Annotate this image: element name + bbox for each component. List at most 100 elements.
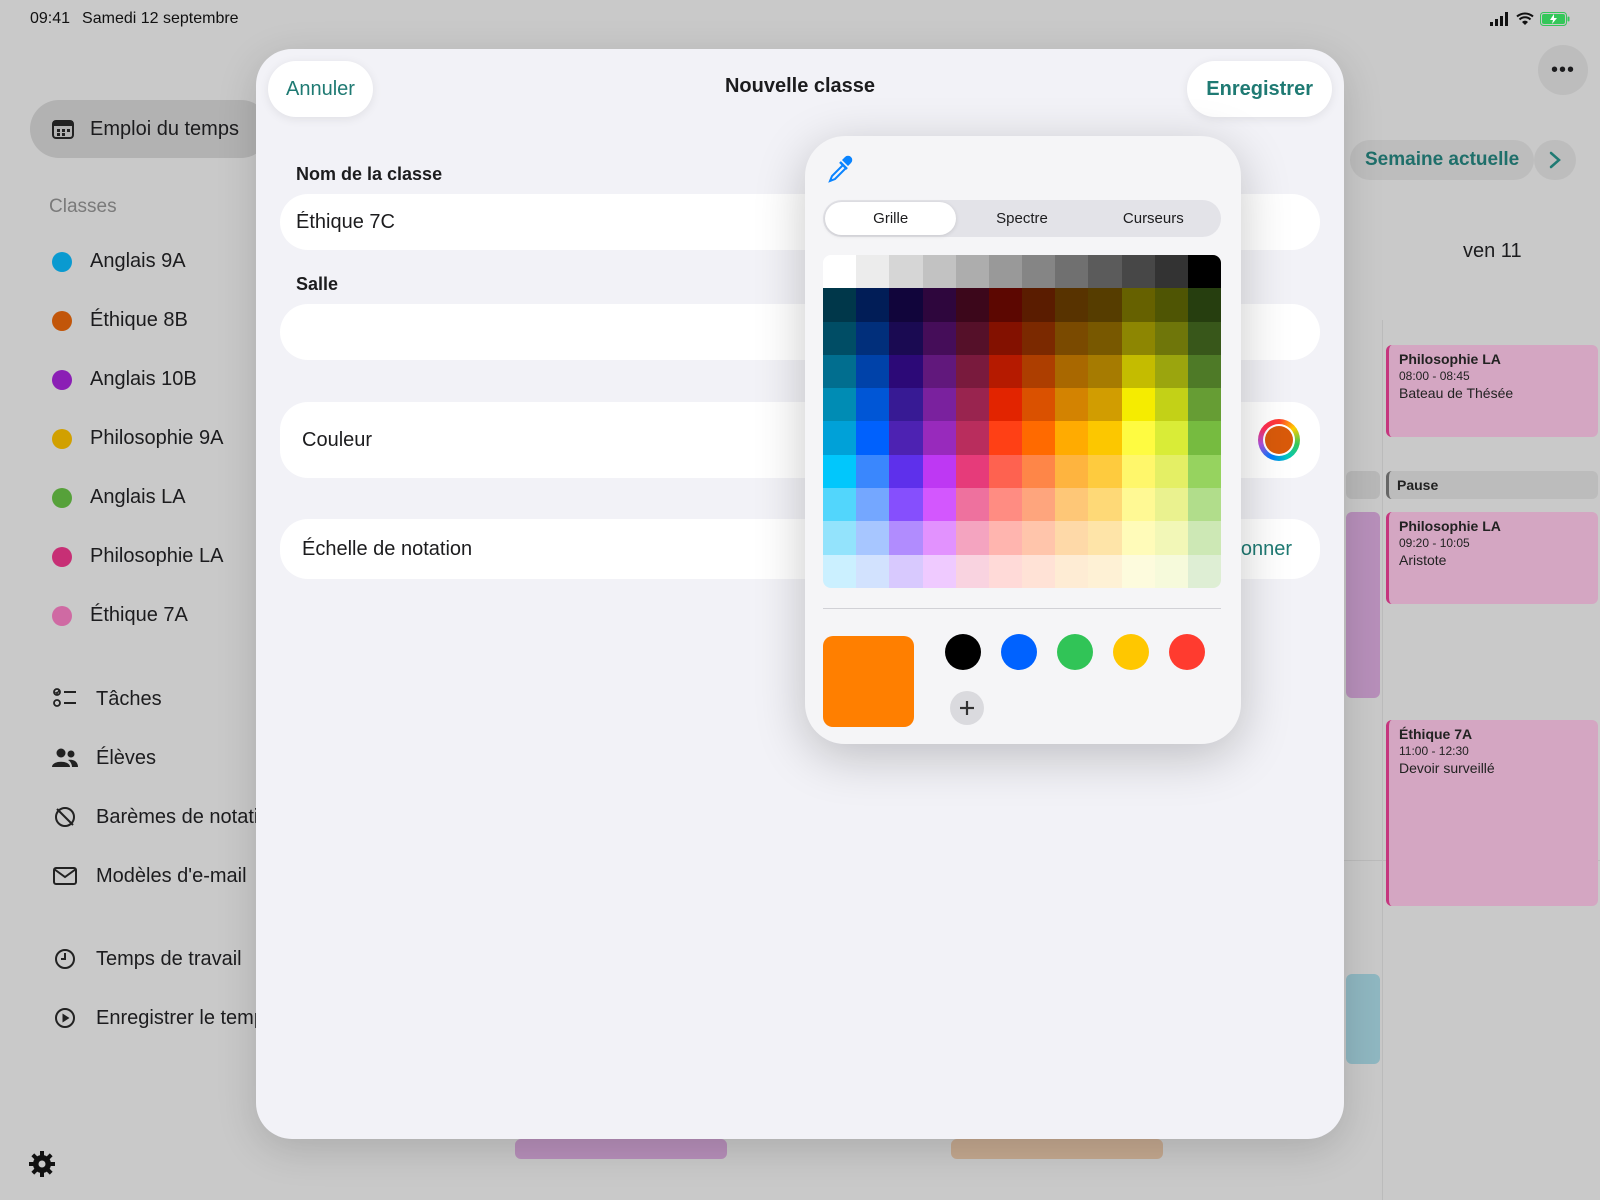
color-grid-cell[interactable] xyxy=(922,388,956,422)
color-grid-cell[interactable] xyxy=(1154,421,1188,455)
color-grid-cell[interactable] xyxy=(922,255,956,289)
tab-sliders[interactable]: Curseurs xyxy=(1088,202,1219,235)
color-grid-cell[interactable] xyxy=(1022,388,1056,422)
calendar-pause[interactable]: Pause xyxy=(1386,471,1598,499)
color-grid-cell[interactable] xyxy=(1121,388,1155,422)
color-grid-cell[interactable] xyxy=(922,421,956,455)
saved-color-red[interactable] xyxy=(1169,634,1205,670)
color-grid-cell[interactable] xyxy=(1154,288,1188,322)
saved-color-green[interactable] xyxy=(1057,634,1093,670)
sidebar-item-students[interactable]: Élèves xyxy=(52,745,156,771)
event-block[interactable] xyxy=(515,1139,727,1159)
color-grid-cell[interactable] xyxy=(988,521,1022,555)
color-grid-cell[interactable] xyxy=(856,388,890,422)
sidebar-class-anglais-10b[interactable]: Anglais 10B xyxy=(52,368,197,391)
color-grid-cell[interactable] xyxy=(1187,354,1221,389)
color-grid-cell[interactable] xyxy=(856,255,890,289)
color-grid-cell[interactable] xyxy=(988,388,1022,422)
color-grid-cell[interactable] xyxy=(1055,454,1089,489)
color-grid-cell[interactable] xyxy=(889,488,923,522)
tab-grid[interactable]: Grille xyxy=(825,202,957,235)
color-grid-cell[interactable] xyxy=(889,321,923,355)
color-grid-cell[interactable] xyxy=(1022,521,1056,555)
color-grid-cell[interactable] xyxy=(1022,554,1056,588)
color-grid-cell[interactable] xyxy=(988,488,1022,522)
color-grid-cell[interactable] xyxy=(856,554,890,588)
color-grid-cell[interactable] xyxy=(889,521,923,555)
color-grid-cell[interactable] xyxy=(1022,354,1056,389)
color-grid-cell[interactable] xyxy=(1121,521,1155,555)
calendar-event[interactable]: Philosophie LA 08:00 - 08:45 Bateau de T… xyxy=(1386,345,1598,437)
color-grid-cell[interactable] xyxy=(889,388,923,422)
color-grid-cell[interactable] xyxy=(955,488,989,522)
color-grid-cell[interactable] xyxy=(856,488,890,522)
color-grid-cell[interactable] xyxy=(1022,488,1056,522)
color-grid-cell[interactable] xyxy=(1088,354,1122,389)
color-grid-cell[interactable] xyxy=(823,454,857,489)
color-grid-cell[interactable] xyxy=(1187,288,1221,322)
color-grid-cell[interactable] xyxy=(1121,554,1155,588)
color-grid-cell[interactable] xyxy=(856,321,890,355)
sidebar-item-tasks[interactable]: Tâches xyxy=(52,686,162,712)
sidebar-item-timetable[interactable]: Emploi du temps xyxy=(30,100,270,158)
color-grid-cell[interactable] xyxy=(922,521,956,555)
color-grid-cell[interactable] xyxy=(889,454,923,489)
color-grid-cell[interactable] xyxy=(1055,488,1089,522)
color-grid-cell[interactable] xyxy=(823,288,857,322)
saved-color-blue[interactable] xyxy=(1001,634,1037,670)
sidebar-class-ethique-7a[interactable]: Éthique 7A xyxy=(52,604,188,627)
color-grid-cell[interactable] xyxy=(1121,255,1155,289)
color-grid-cell[interactable] xyxy=(955,554,989,588)
sidebar-class-anglais-9a[interactable]: Anglais 9A xyxy=(52,250,186,273)
color-grid-cell[interactable] xyxy=(1022,421,1056,455)
color-grid-cell[interactable] xyxy=(1154,488,1188,522)
color-grid-cell[interactable] xyxy=(856,288,890,322)
event-block[interactable] xyxy=(1346,471,1380,499)
color-grid-cell[interactable] xyxy=(1121,488,1155,522)
color-grid-cell[interactable] xyxy=(988,255,1022,289)
color-grid-cell[interactable] xyxy=(988,454,1022,489)
color-grid-cell[interactable] xyxy=(1154,454,1188,489)
color-grid-cell[interactable] xyxy=(856,354,890,389)
color-grid-cell[interactable] xyxy=(1055,321,1089,355)
color-grid-cell[interactable] xyxy=(889,554,923,588)
color-grid-cell[interactable] xyxy=(1022,288,1056,322)
color-grid-cell[interactable] xyxy=(922,321,956,355)
color-grid-cell[interactable] xyxy=(1154,521,1188,555)
sidebar-item-grading-scales[interactable]: Barèmes de notati xyxy=(52,804,258,830)
sidebar-class-anglais-la[interactable]: Anglais LA xyxy=(52,486,186,509)
color-grid-cell[interactable] xyxy=(1088,288,1122,322)
color-grid-cell[interactable] xyxy=(1088,488,1122,522)
event-block[interactable] xyxy=(1346,974,1380,1064)
next-week-button[interactable] xyxy=(1534,140,1576,180)
calendar-event[interactable]: Philosophie LA 09:20 - 10:05 Aristote xyxy=(1386,512,1598,604)
color-grid-cell[interactable] xyxy=(823,388,857,422)
color-grid-cell[interactable] xyxy=(1154,554,1188,588)
color-grid-cell[interactable] xyxy=(1154,388,1188,422)
color-grid-cell[interactable] xyxy=(1187,554,1221,588)
sidebar-class-philosophie-la[interactable]: Philosophie LA xyxy=(52,545,223,568)
sidebar-item-email-templates[interactable]: Modèles d'e-mail xyxy=(52,863,247,889)
color-grid-cell[interactable] xyxy=(922,488,956,522)
color-grid-cell[interactable] xyxy=(1088,321,1122,355)
event-block[interactable] xyxy=(951,1139,1163,1159)
color-grid-cell[interactable] xyxy=(988,321,1022,355)
color-grid-cell[interactable] xyxy=(1121,354,1155,389)
current-week-button[interactable]: Semaine actuelle xyxy=(1350,140,1535,180)
color-grid-cell[interactable] xyxy=(1154,354,1188,389)
color-grid-cell[interactable] xyxy=(955,388,989,422)
color-grid-cell[interactable] xyxy=(1055,354,1089,389)
color-grid-cell[interactable] xyxy=(823,554,857,588)
color-grid-cell[interactable] xyxy=(1121,321,1155,355)
color-grid-cell[interactable] xyxy=(856,421,890,455)
color-grid-cell[interactable] xyxy=(955,421,989,455)
sidebar-item-record-time[interactable]: Enregistrer le temp xyxy=(52,1005,265,1031)
color-grid-cell[interactable] xyxy=(988,354,1022,389)
color-grid-cell[interactable] xyxy=(922,354,956,389)
tab-spectrum[interactable]: Spectre xyxy=(956,202,1087,235)
color-grid-cell[interactable] xyxy=(1022,321,1056,355)
color-grid-cell[interactable] xyxy=(955,454,989,489)
color-grid-cell[interactable] xyxy=(1088,421,1122,455)
color-grid-cell[interactable] xyxy=(823,321,857,355)
color-grid-cell[interactable] xyxy=(1187,388,1221,422)
